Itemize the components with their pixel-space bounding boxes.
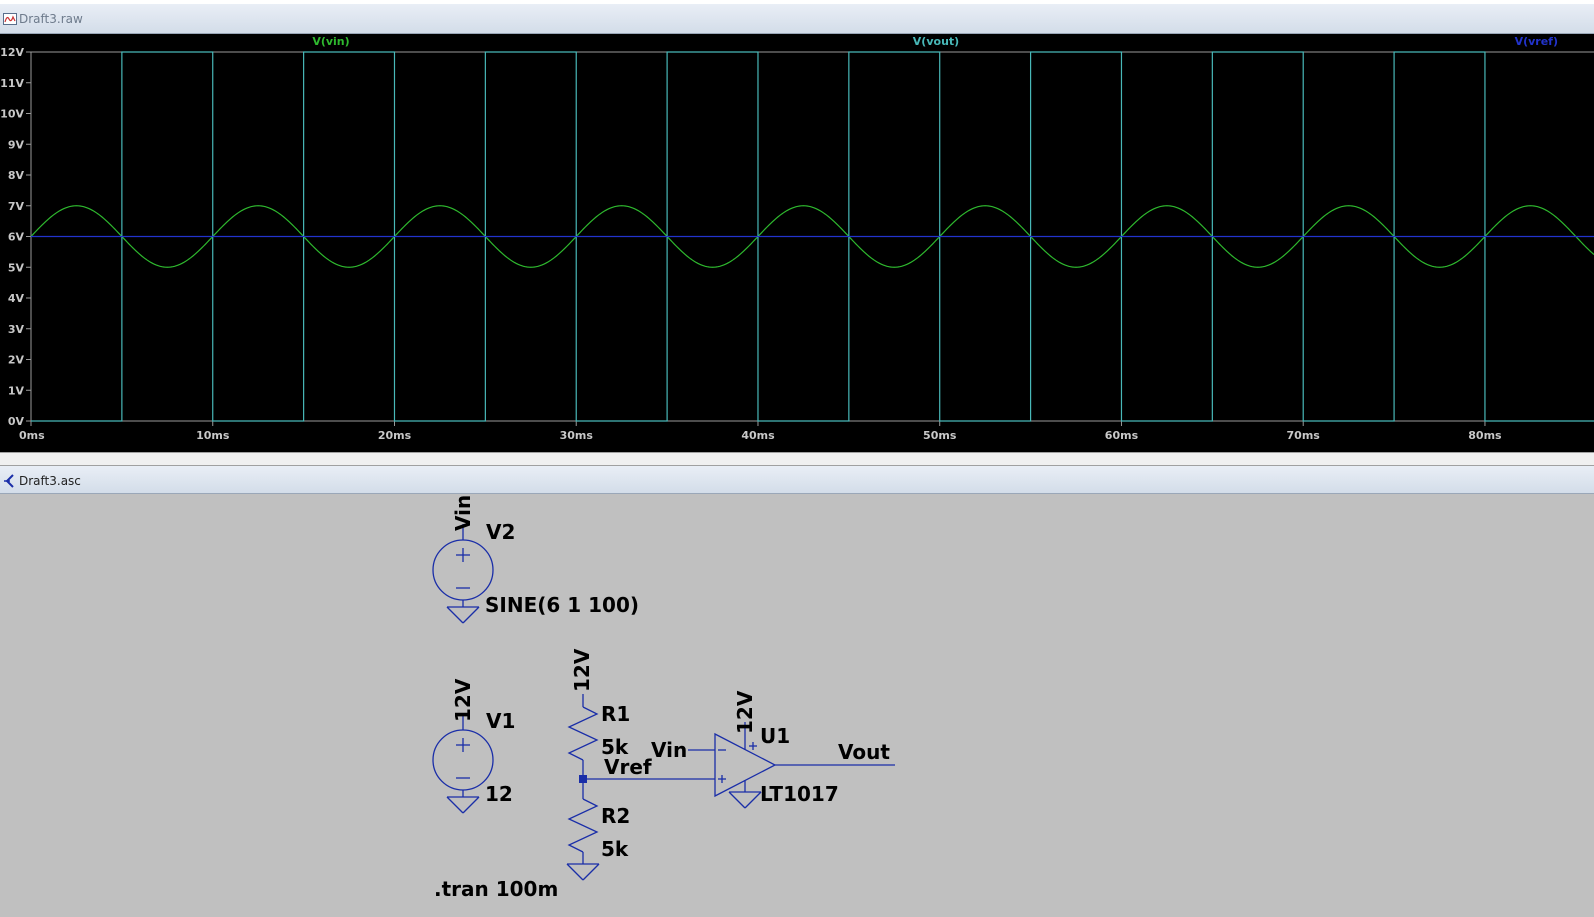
x-tick-label: 10ms xyxy=(196,429,230,442)
y-tick-label: 1V xyxy=(8,384,25,397)
v1-node-label: 12V xyxy=(451,678,475,722)
v2-name-label: V2 xyxy=(486,520,515,544)
u1-vout-label: Vout xyxy=(838,740,890,764)
x-tick-label: 30ms xyxy=(560,429,594,442)
waveform-plot[interactable]: 0V 1V 2V 3V 4V 5V 6V 7V 8V 9V 10V 11V 12V 0ms 10ms 20ms… xyxy=(0,34,1594,452)
y-tick-label: 11V xyxy=(0,77,24,90)
schematic-canvas[interactable]: Vin V2 SINE(6 1 100) 12V V1 12 12V R1 5k… xyxy=(0,494,1594,917)
schematic-window-icon xyxy=(3,474,17,491)
y-tick-label: 10V xyxy=(0,108,24,121)
plot-background xyxy=(0,34,1594,452)
u1-name-label: U1 xyxy=(760,724,790,748)
r1-node-label: 12V xyxy=(570,648,594,692)
waveform-window-titlebar[interactable]: Draft3.raw xyxy=(0,4,1594,34)
y-tick-label: 2V xyxy=(8,354,25,367)
x-tick-label: 70ms xyxy=(1287,429,1321,442)
y-tick-label: 7V xyxy=(8,200,25,213)
x-tick-label: 0ms xyxy=(19,429,45,442)
waveform-window-title: Draft3.raw xyxy=(19,12,83,26)
v1-value-label: 12 xyxy=(485,782,513,806)
y-tick-label: 3V xyxy=(8,323,25,336)
vref-net-label: Vref xyxy=(604,755,652,779)
tran-directive[interactable]: .tran 100m xyxy=(434,877,558,901)
u1-vin-input-label: Vin xyxy=(651,738,687,762)
v1-name-label: V1 xyxy=(486,709,515,733)
x-tick-label: 40ms xyxy=(741,429,775,442)
schematic-background xyxy=(0,494,1594,917)
u1-supply-label: 12V xyxy=(733,690,757,734)
r2-value-label: 5k xyxy=(601,837,629,861)
y-tick-label: 9V xyxy=(8,138,25,151)
v2-node-label: Vin xyxy=(451,495,475,531)
x-tick-label: 60ms xyxy=(1105,429,1139,442)
window-divider[interactable] xyxy=(0,452,1594,466)
x-tick-label: 80ms xyxy=(1468,429,1502,442)
y-tick-label: 0V xyxy=(8,415,25,428)
legend-v-vref[interactable]: V(vref) xyxy=(1515,35,1558,48)
u1-part-label: LT1017 xyxy=(760,782,839,806)
y-tick-label: 5V xyxy=(8,261,25,274)
legend-v-vin[interactable]: V(vin) xyxy=(312,35,349,48)
waveform-window-icon xyxy=(3,12,17,29)
schematic-window-title: Draft3.asc xyxy=(19,474,81,488)
r2-name-label: R2 xyxy=(601,804,630,828)
x-tick-label: 50ms xyxy=(923,429,957,442)
y-tick-label: 12V xyxy=(0,46,24,59)
v2-value-label: SINE(6 1 100) xyxy=(485,593,639,617)
y-tick-label: 8V xyxy=(8,169,25,182)
legend-v-vout[interactable]: V(vout) xyxy=(913,35,959,48)
schematic-window-titlebar[interactable]: Draft3.asc xyxy=(0,466,1594,494)
r1-name-label: R1 xyxy=(601,702,630,726)
y-tick-label: 4V xyxy=(8,292,25,305)
x-tick-label: 20ms xyxy=(378,429,412,442)
y-tick-label: 6V xyxy=(8,231,25,244)
